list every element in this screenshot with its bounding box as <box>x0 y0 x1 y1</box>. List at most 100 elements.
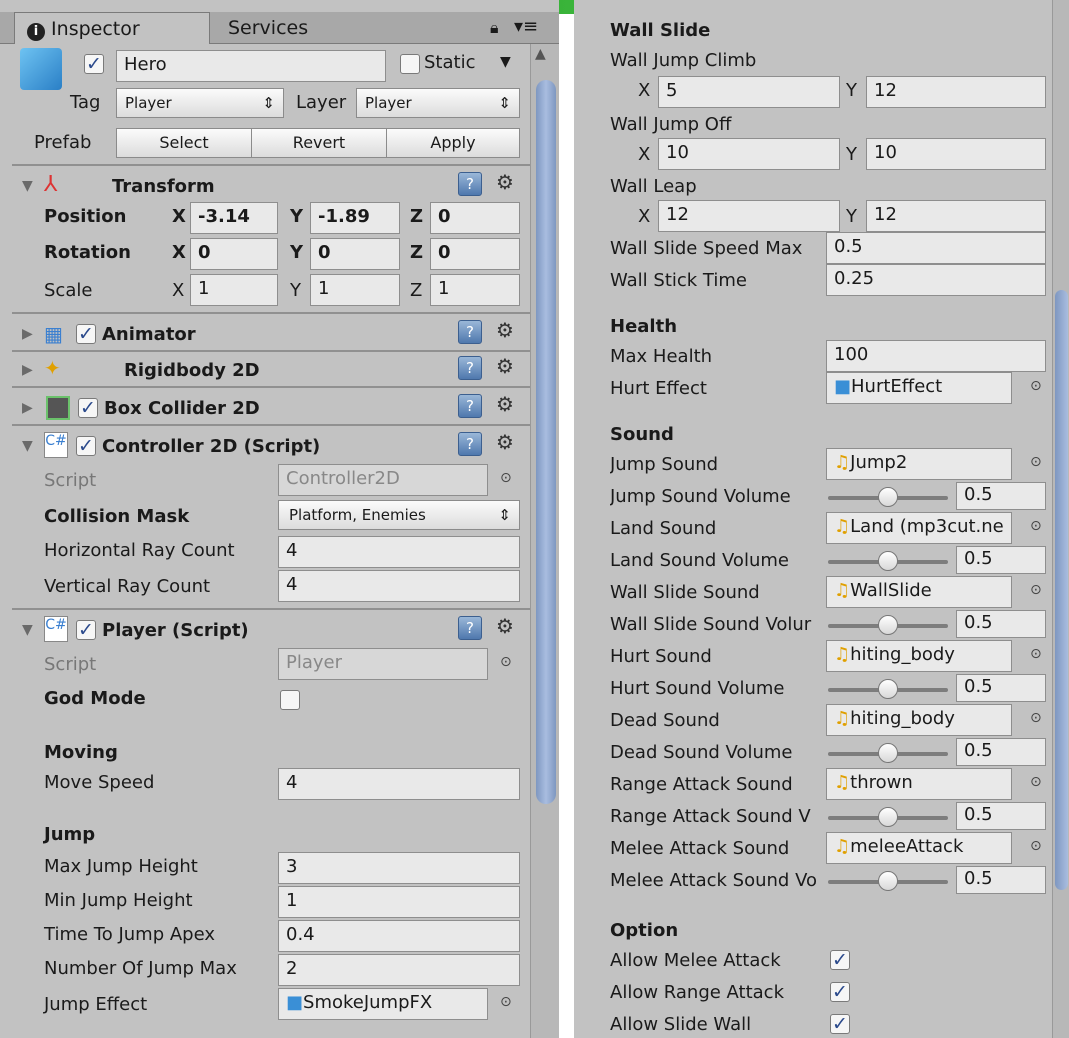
scale-z-field[interactable]: 1 <box>430 274 520 306</box>
volume-slider-knob[interactable] <box>878 871 898 891</box>
max-jump-field[interactable]: 3 <box>278 852 520 884</box>
scrollbar[interactable] <box>1052 0 1069 1038</box>
volume-slider-knob[interactable] <box>878 487 898 507</box>
foldout-closed-icon[interactable]: ▶ <box>22 362 33 378</box>
volume-field[interactable]: 0.5 <box>956 610 1046 638</box>
audio-clip-field[interactable]: ♫hiting_body <box>826 704 1012 736</box>
audio-clip-field[interactable]: ♫Land (mp3cut.ne <box>826 512 1012 544</box>
scroll-up-icon[interactable]: ▲ <box>535 46 546 62</box>
object-picker-icon[interactable]: ⊙ <box>1030 454 1042 470</box>
wall-stick-time-field[interactable]: 0.25 <box>826 264 1046 296</box>
object-picker-icon[interactable]: ⊙ <box>500 994 512 1010</box>
tag-dropdown[interactable]: Player ⇕ <box>116 88 284 118</box>
gear-icon[interactable]: ⚙ <box>496 614 514 638</box>
hray-field[interactable]: 4 <box>278 536 520 568</box>
player-header[interactable]: ▼ C# ✓ Player (Script) ? ⚙ <box>12 612 530 650</box>
player-enabled-checkbox[interactable]: ✓ <box>76 620 96 640</box>
scrollbar[interactable]: ▲ <box>530 44 559 1038</box>
controller2d-enabled-checkbox[interactable]: ✓ <box>76 436 96 456</box>
object-picker-icon[interactable]: ⊙ <box>1030 838 1042 854</box>
position-x-field[interactable]: -3.14 <box>190 202 278 234</box>
volume-slider-knob[interactable] <box>878 743 898 763</box>
audio-clip-field[interactable]: ♫WallSlide <box>826 576 1012 608</box>
object-picker-icon[interactable]: ⊙ <box>1030 646 1042 662</box>
layer-dropdown[interactable]: Player ⇕ <box>356 88 520 118</box>
object-picker-icon[interactable]: ⊙ <box>1030 378 1042 394</box>
position-y-field[interactable]: -1.89 <box>310 202 400 234</box>
controller2d-header[interactable]: ▼ C# ✓ Controller 2D (Script) ? ⚙ <box>12 428 530 466</box>
audio-clip-field[interactable]: ♫meleeAttack <box>826 832 1012 864</box>
wall-leap-x-field[interactable]: 12 <box>658 200 840 232</box>
help-icon[interactable]: ? <box>458 172 482 196</box>
move-speed-field[interactable]: 4 <box>278 768 520 800</box>
volume-field[interactable]: 0.5 <box>956 866 1046 894</box>
jump-effect-field[interactable]: ■SmokeJumpFX <box>278 988 488 1020</box>
object-picker-icon[interactable]: ⊙ <box>500 470 512 486</box>
scale-x-field[interactable]: 1 <box>190 274 278 306</box>
gear-icon[interactable]: ⚙ <box>496 318 514 342</box>
prefab-revert-button[interactable]: Revert <box>251 128 387 158</box>
help-icon[interactable]: ? <box>458 616 482 640</box>
help-icon[interactable]: ? <box>458 394 482 418</box>
gear-icon[interactable]: ⚙ <box>496 392 514 416</box>
script-field[interactable]: Controller2D <box>278 464 488 496</box>
prefab-apply-button[interactable]: Apply <box>386 128 520 158</box>
volume-slider-knob[interactable] <box>878 679 898 699</box>
foldout-closed-icon[interactable]: ▶ <box>22 326 33 342</box>
wall-climb-x-field[interactable]: 5 <box>658 76 840 108</box>
volume-field[interactable]: 0.5 <box>956 546 1046 574</box>
rotation-x-field[interactable]: 0 <box>190 238 278 270</box>
hurt-effect-field[interactable]: ■HurtEffect <box>826 372 1012 404</box>
gear-icon[interactable]: ⚙ <box>496 430 514 454</box>
gear-icon[interactable]: ⚙ <box>496 354 514 378</box>
rotation-z-field[interactable]: 0 <box>430 238 520 270</box>
rotation-y-field[interactable]: 0 <box>310 238 400 270</box>
object-picker-icon[interactable]: ⊙ <box>500 654 512 670</box>
gear-icon[interactable]: ⚙ <box>496 170 514 194</box>
help-icon[interactable]: ? <box>458 432 482 456</box>
allow-range-checkbox[interactable]: ✓ <box>830 982 850 1002</box>
jump-max-field[interactable]: 2 <box>278 954 520 986</box>
box-collider-header[interactable]: ▶ ✓ Box Collider 2D ? ⚙ <box>12 390 530 428</box>
wall-off-y-field[interactable]: 10 <box>866 138 1046 170</box>
foldout-open-icon[interactable]: ▼ <box>22 622 33 638</box>
vray-field[interactable]: 4 <box>278 570 520 602</box>
static-checkbox[interactable]: ✓ <box>400 54 420 74</box>
allow-melee-checkbox[interactable]: ✓ <box>830 950 850 970</box>
menu-icon[interactable]: ▾≡ <box>514 16 538 37</box>
tab-services[interactable]: Services <box>216 12 320 44</box>
volume-field[interactable]: 0.5 <box>956 802 1046 830</box>
wall-climb-y-field[interactable]: 12 <box>866 76 1046 108</box>
object-name-input[interactable]: Hero <box>116 50 386 82</box>
scrollbar-thumb[interactable] <box>1055 290 1068 890</box>
help-icon[interactable]: ? <box>458 320 482 344</box>
active-checkbox[interactable]: ✓ <box>84 54 104 74</box>
volume-slider-knob[interactable] <box>878 807 898 827</box>
box-collider-enabled-checkbox[interactable]: ✓ <box>78 398 98 418</box>
apex-field[interactable]: 0.4 <box>278 920 520 952</box>
volume-slider-knob[interactable] <box>878 551 898 571</box>
collision-mask-dropdown[interactable]: Platform, Enemies ⇕ <box>278 500 520 530</box>
lock-icon[interactable]: 🔒︎ <box>490 18 499 38</box>
rigidbody-header[interactable]: ▶ ✦ Rigidbody 2D ? ⚙ <box>12 352 530 390</box>
script-field[interactable]: Player <box>278 648 488 680</box>
object-picker-icon[interactable]: ⊙ <box>1030 582 1042 598</box>
god-mode-checkbox[interactable]: ✓ <box>280 690 300 710</box>
audio-clip-field[interactable]: ♫thrown <box>826 768 1012 800</box>
wall-slide-speed-field[interactable]: 0.5 <box>826 232 1046 264</box>
object-picker-icon[interactable]: ⊙ <box>1030 774 1042 790</box>
foldout-open-icon[interactable]: ▼ <box>22 178 33 194</box>
volume-field[interactable]: 0.5 <box>956 482 1046 510</box>
position-z-field[interactable]: 0 <box>430 202 520 234</box>
volume-field[interactable]: 0.5 <box>956 738 1046 766</box>
animator-enabled-checkbox[interactable]: ✓ <box>76 324 96 344</box>
transform-header[interactable]: ▼ ⅄ Transform ? ⚙ <box>12 168 530 206</box>
min-jump-field[interactable]: 1 <box>278 886 520 918</box>
static-dropdown-icon[interactable]: ▼ <box>500 54 511 70</box>
volume-field[interactable]: 0.5 <box>956 674 1046 702</box>
scrollbar-thumb[interactable] <box>536 80 556 804</box>
animator-header[interactable]: ▶ ▦ ✓ Animator ? ⚙ <box>12 316 530 354</box>
foldout-closed-icon[interactable]: ▶ <box>22 400 33 416</box>
foldout-open-icon[interactable]: ▼ <box>22 438 33 454</box>
object-picker-icon[interactable]: ⊙ <box>1030 518 1042 534</box>
